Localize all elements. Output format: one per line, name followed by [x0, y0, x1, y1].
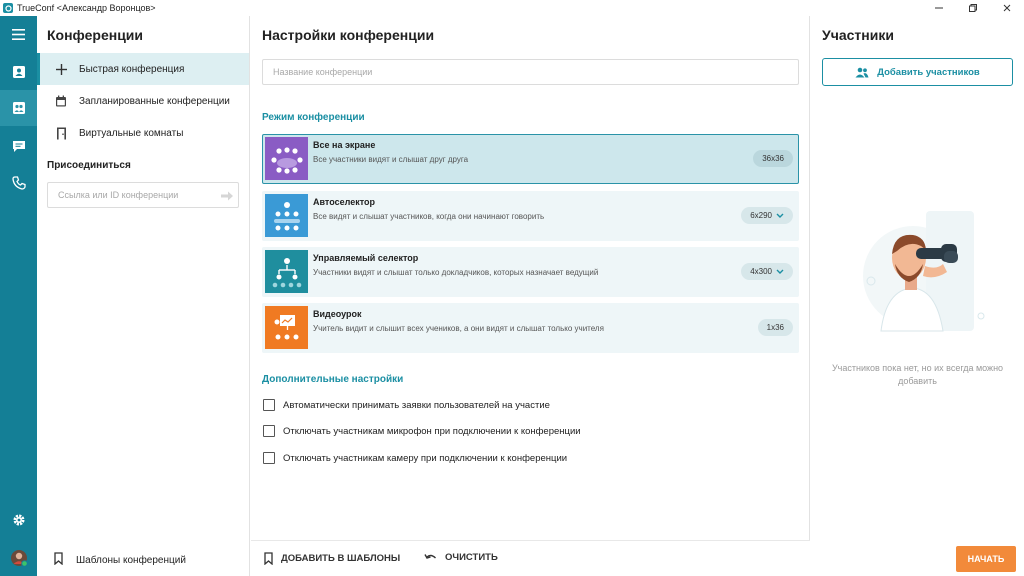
- page-title: Настройки конференции: [262, 27, 435, 43]
- settings-icon[interactable]: [0, 502, 37, 538]
- mode-capacity-dropdown[interactable]: 4x300: [741, 263, 793, 280]
- add-to-templates-label: ДОБАВИТЬ В ШАБЛОНЫ: [281, 553, 401, 564]
- sidebar-item-label: Виртуальные комнаты: [79, 127, 184, 139]
- undo-icon: [424, 553, 437, 563]
- contacts-icon[interactable]: [0, 54, 37, 90]
- mode-description: Все участники видят и слышат друг друга: [313, 155, 469, 164]
- chevron-down-icon: [776, 211, 784, 220]
- mode-title: Управляемый селектор: [313, 253, 419, 263]
- mode-description: Учитель видит и слышит всех учеников, а …: [313, 324, 604, 333]
- chevron-down-icon: [776, 267, 784, 276]
- conference-name-input[interactable]: [263, 60, 798, 84]
- conferences-sidebar: Конференции Быстрая конференция Запланир…: [37, 16, 250, 576]
- window-title: TrueConf <Александр Воронцов>: [17, 3, 156, 13]
- all-on-screen-icon: [265, 137, 308, 180]
- mode-title: Видеоурок: [313, 309, 362, 319]
- mode-card-managed-selector[interactable]: Управляемый селектор Участники видят и с…: [262, 247, 799, 297]
- join-field[interactable]: [47, 182, 239, 208]
- mode-card-all-on-screen[interactable]: Все на экране Все участники видят и слыш…: [262, 134, 799, 184]
- join-label: Присоединиться: [47, 160, 131, 171]
- title-bar: TrueConf <Александр Воронцов>: [0, 0, 1024, 16]
- mode-description: Участники видят и слышат только докладчи…: [313, 268, 599, 277]
- mode-title: Автоселектор: [313, 197, 375, 207]
- conference-name-field[interactable]: [262, 59, 799, 85]
- trueconf-logo-icon: [3, 3, 13, 13]
- mode-card-video-lesson[interactable]: Видеоурок Учитель видит и слышит всех уч…: [262, 303, 799, 353]
- badge-label: 36x36: [762, 154, 784, 163]
- participants-panel: Участники Добавить участников Участников…: [811, 16, 1024, 576]
- mode-capacity-badge: 36x36: [753, 150, 793, 167]
- avatar[interactable]: [0, 540, 37, 576]
- video-lesson-icon: [265, 306, 308, 349]
- templates-label: Шаблоны конференций: [76, 554, 186, 566]
- sidebar-item-label: Быстрая конференция: [79, 63, 185, 75]
- bookmark-icon: [54, 552, 63, 568]
- settings-footer: ДОБАВИТЬ В ШАБЛОНЫ ОЧИСТИТЬ: [251, 540, 810, 576]
- clear-label: ОЧИСТИТЬ: [445, 552, 498, 563]
- option-auto-accept[interactable]: Автоматически принимать заявки пользоват…: [263, 398, 550, 412]
- add-participants-button[interactable]: Добавить участников: [822, 58, 1013, 86]
- sidebar-title: Конференции: [47, 27, 144, 43]
- join-input[interactable]: [48, 190, 208, 200]
- option-label: Отключать участникам микрофон при подклю…: [283, 425, 581, 437]
- add-users-icon: [855, 67, 869, 78]
- door-icon: [53, 127, 69, 140]
- sidebar-item-scheduled-conferences[interactable]: Запланированные конференции: [37, 85, 249, 117]
- checkbox[interactable]: [263, 452, 275, 464]
- participants-title: Участники: [822, 27, 894, 43]
- checkbox[interactable]: [263, 399, 275, 411]
- add-to-templates-button[interactable]: ДОБАВИТЬ В ШАБЛОНЫ: [264, 552, 400, 565]
- calendar-icon: [53, 95, 69, 107]
- mode-capacity-dropdown[interactable]: 6x290: [741, 207, 793, 224]
- empty-participants-note: Участников пока нет, но их всегда можно …: [831, 363, 1004, 386]
- badge-label: 6x290: [750, 211, 772, 220]
- sidebar-item-label: Запланированные конференции: [79, 95, 230, 107]
- conference-mode-heading: Режим конференции: [262, 112, 365, 123]
- autoselector-icon: [265, 194, 308, 237]
- start-button[interactable]: НАЧАТЬ: [956, 546, 1016, 572]
- binoculars-man-illustration: [851, 206, 991, 351]
- minimize-button[interactable]: [922, 0, 956, 16]
- window-controls: [922, 0, 1024, 16]
- bookmark-icon: [264, 552, 273, 565]
- plus-icon: [53, 63, 69, 75]
- add-participants-label: Добавить участников: [877, 66, 980, 78]
- conferences-icon[interactable]: [0, 90, 37, 126]
- badge-label: 1x36: [766, 323, 784, 332]
- chat-icon[interactable]: [0, 128, 37, 164]
- option-disable-camera[interactable]: Отключать участникам камеру при подключе…: [263, 451, 567, 465]
- option-mute-microphone[interactable]: Отключать участникам микрофон при подклю…: [263, 424, 581, 438]
- option-label: Отключать участникам камеру при подключе…: [283, 452, 568, 464]
- badge-label: 4x300: [750, 267, 772, 276]
- restore-button[interactable]: [956, 0, 990, 16]
- clear-button[interactable]: ОЧИСТИТЬ: [424, 552, 498, 563]
- managed-selector-icon: [265, 250, 308, 293]
- trueconf-window: TrueConf <Александр Воронцов> Конференци…: [0, 0, 1024, 576]
- mode-capacity-badge: 1x36: [757, 319, 793, 336]
- conference-settings-panel: Настройки конференции Режим конференции …: [251, 16, 810, 576]
- mode-title: Все на экране: [313, 140, 376, 150]
- option-label: Автоматически принимать заявки пользоват…: [283, 399, 550, 411]
- calls-icon[interactable]: [0, 165, 37, 201]
- arrow-right-icon[interactable]: [220, 189, 234, 207]
- mode-description: Все видят и слышат участников, когда они…: [313, 212, 545, 221]
- mode-card-autoselector[interactable]: Автоселектор Все видят и слышат участник…: [262, 191, 799, 241]
- conference-templates-link[interactable]: Шаблоны конференций: [37, 548, 186, 572]
- close-window-button[interactable]: [990, 0, 1024, 16]
- menu-icon[interactable]: [0, 16, 37, 52]
- sidebar-item-quick-conference[interactable]: Быстрая конференция: [37, 53, 249, 85]
- additional-settings-heading: Дополнительные настройки: [262, 374, 404, 385]
- nav-rail: [0, 16, 37, 576]
- checkbox[interactable]: [263, 425, 275, 437]
- sidebar-item-virtual-rooms[interactable]: Виртуальные комнаты: [37, 117, 249, 149]
